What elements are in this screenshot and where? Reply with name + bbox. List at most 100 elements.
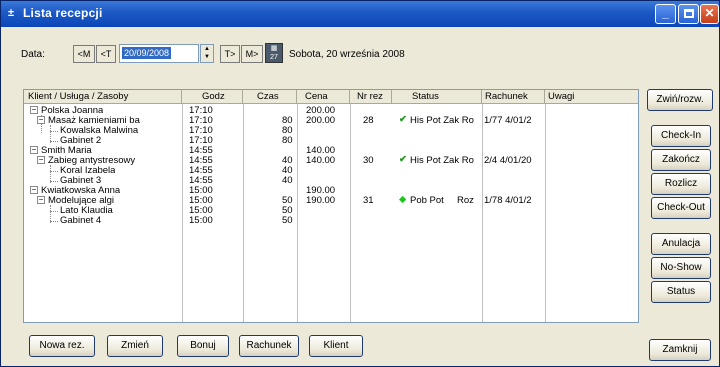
close-window-button[interactable]: Zamknij bbox=[649, 339, 711, 361]
collapse-icon[interactable]: − bbox=[30, 106, 38, 114]
no-show-button[interactable]: No-Show bbox=[651, 257, 711, 279]
column-header-time[interactable]: Godz bbox=[182, 90, 243, 104]
reception-window: ± Lista recepcji _ ✕ Data: <M <T 20/09/2… bbox=[0, 0, 720, 367]
row-price: 190.00 bbox=[306, 196, 336, 206]
invoice-button[interactable]: Rachunek bbox=[239, 335, 299, 357]
row-duration: 50 bbox=[282, 196, 293, 206]
calendar-button[interactable]: ▦ 27 bbox=[265, 43, 283, 63]
row-time: 15:00 bbox=[189, 206, 213, 216]
date-label: Data: bbox=[21, 49, 45, 60]
spin-down-icon: ▼ bbox=[204, 54, 210, 60]
row-time: 17:10 bbox=[189, 136, 213, 146]
check-in-button[interactable]: Check-In bbox=[651, 125, 711, 147]
next-month-button[interactable]: M> bbox=[241, 45, 263, 63]
row-duration: 80 bbox=[282, 136, 293, 146]
check-out-button[interactable]: Check-Out bbox=[651, 197, 711, 219]
row-invoice: 1/78 4/01/2 bbox=[484, 196, 532, 206]
minimize-button[interactable]: _ bbox=[655, 4, 676, 24]
column-header-invoice[interactable]: Rachunek bbox=[482, 90, 545, 104]
row-duration: 40 bbox=[282, 166, 293, 176]
room-name[interactable]: Gabinet 4 bbox=[60, 216, 101, 226]
row-invoice: 1/77 4/01/2 bbox=[484, 116, 532, 126]
row-time: 14:55 bbox=[189, 156, 213, 166]
diamond-icon: ◆ bbox=[399, 195, 407, 205]
date-input[interactable]: 20/09/2008 bbox=[119, 44, 199, 63]
finish-button[interactable]: Zakończ bbox=[651, 149, 711, 171]
prev-day-button[interactable]: <T bbox=[96, 45, 116, 63]
row-duration: 50 bbox=[282, 216, 293, 226]
client-name[interactable]: Smith Maria bbox=[41, 146, 92, 156]
check-icon: ✔ bbox=[399, 115, 407, 125]
column-header-notes[interactable]: Uwagi bbox=[545, 90, 638, 104]
client-button[interactable]: Klient bbox=[309, 335, 363, 357]
maximize-button[interactable] bbox=[678, 4, 699, 24]
row-time: 17:10 bbox=[189, 116, 213, 126]
employee-name[interactable]: Koral Izabela bbox=[60, 166, 115, 176]
row-duration: 50 bbox=[282, 206, 293, 216]
client-name[interactable]: Polska Joanna bbox=[41, 106, 103, 116]
client-name[interactable]: Kwiatkowska Anna bbox=[41, 186, 120, 196]
row-status: Pob Pot Roz bbox=[410, 196, 474, 206]
collapse-icon[interactable]: − bbox=[37, 156, 45, 164]
prev-month-button[interactable]: <M bbox=[73, 45, 95, 63]
row-price: 200.00 bbox=[306, 106, 336, 116]
bonus-button[interactable]: Bonuj bbox=[177, 335, 229, 357]
column-header-status[interactable]: Status bbox=[392, 90, 482, 104]
column-header-price[interactable]: Cena bbox=[297, 90, 350, 104]
employee-name[interactable]: Kowalska Malwina bbox=[60, 126, 182, 136]
row-duration: 80 bbox=[282, 116, 293, 126]
row-time: 15:00 bbox=[189, 216, 213, 226]
date-spinner[interactable]: ▲ ▼ bbox=[200, 44, 214, 63]
close-icon: ✕ bbox=[704, 6, 715, 20]
list-icon: ± bbox=[8, 7, 15, 19]
row-status: His Pot Zak Ro bbox=[410, 116, 474, 126]
tree-line bbox=[50, 181, 58, 182]
column-header-client[interactable]: Klient / Usługa / Zasoby bbox=[24, 90, 182, 104]
row-duration: 80 bbox=[282, 126, 293, 136]
collapse-icon[interactable]: − bbox=[30, 186, 38, 194]
row-price: 140.00 bbox=[306, 156, 336, 166]
date-description: Sobota, 20 września 2008 bbox=[289, 49, 405, 60]
column-divider bbox=[243, 104, 244, 322]
row-time: 14:55 bbox=[189, 146, 213, 156]
close-button[interactable]: ✕ bbox=[700, 4, 719, 24]
row-price: 200.00 bbox=[306, 116, 336, 126]
room-name[interactable]: Gabinet 3 bbox=[60, 176, 101, 186]
service-name[interactable]: Masaż kamieniami ba bbox=[48, 116, 182, 126]
row-status: His Pot Zak Ro bbox=[410, 156, 474, 166]
service-name[interactable]: Zabieg antystresowy bbox=[48, 156, 182, 166]
room-name[interactable]: Gabinet 2 bbox=[60, 136, 101, 146]
collapse-icon[interactable]: − bbox=[30, 146, 38, 154]
settle-button[interactable]: Rozlicz bbox=[651, 173, 711, 195]
reservations-list[interactable]: Klient / Usługa / Zasoby Godz Czas Cena … bbox=[23, 89, 639, 323]
service-name[interactable]: Modelujące algi bbox=[48, 196, 182, 206]
window-title: Lista recepcji bbox=[23, 6, 103, 20]
row-time: 15:00 bbox=[189, 196, 213, 206]
tree-line bbox=[50, 171, 58, 172]
employee-name[interactable]: Lato Klaudia bbox=[60, 206, 113, 216]
tree-line bbox=[50, 141, 58, 142]
row-price: 140.00 bbox=[306, 146, 336, 156]
minimize-icon: _ bbox=[662, 6, 669, 20]
title-bar[interactable]: ± Lista recepcji _ ✕ bbox=[1, 1, 719, 27]
column-divider bbox=[297, 104, 298, 322]
collapse-icon[interactable]: − bbox=[37, 116, 45, 124]
column-header-res-number[interactable]: Nr rez bbox=[350, 90, 392, 104]
calendar-icon: ▦ bbox=[270, 45, 278, 52]
row-time: 17:10 bbox=[189, 126, 213, 136]
row-duration: 40 bbox=[282, 156, 293, 166]
row-time: 17:10 bbox=[189, 106, 213, 116]
collapse-icon[interactable]: − bbox=[37, 196, 45, 204]
check-icon: ✔ bbox=[399, 155, 407, 165]
status-button[interactable]: Status bbox=[651, 281, 711, 303]
edit-button[interactable]: Zmień bbox=[107, 335, 163, 357]
row-res-number: 28 bbox=[363, 116, 374, 126]
row-invoice: 2/4 4/01/20 bbox=[484, 156, 532, 166]
column-header-duration[interactable]: Czas bbox=[243, 90, 297, 104]
next-day-button[interactable]: T> bbox=[220, 45, 240, 63]
row-time: 14:55 bbox=[189, 176, 213, 186]
row-duration: 40 bbox=[282, 176, 293, 186]
cancel-reservation-button[interactable]: Anulacja bbox=[651, 233, 711, 255]
expand-collapse-button[interactable]: Zwiń/rozw. bbox=[647, 89, 713, 111]
new-reservation-button[interactable]: Nowa rez. bbox=[29, 335, 95, 357]
